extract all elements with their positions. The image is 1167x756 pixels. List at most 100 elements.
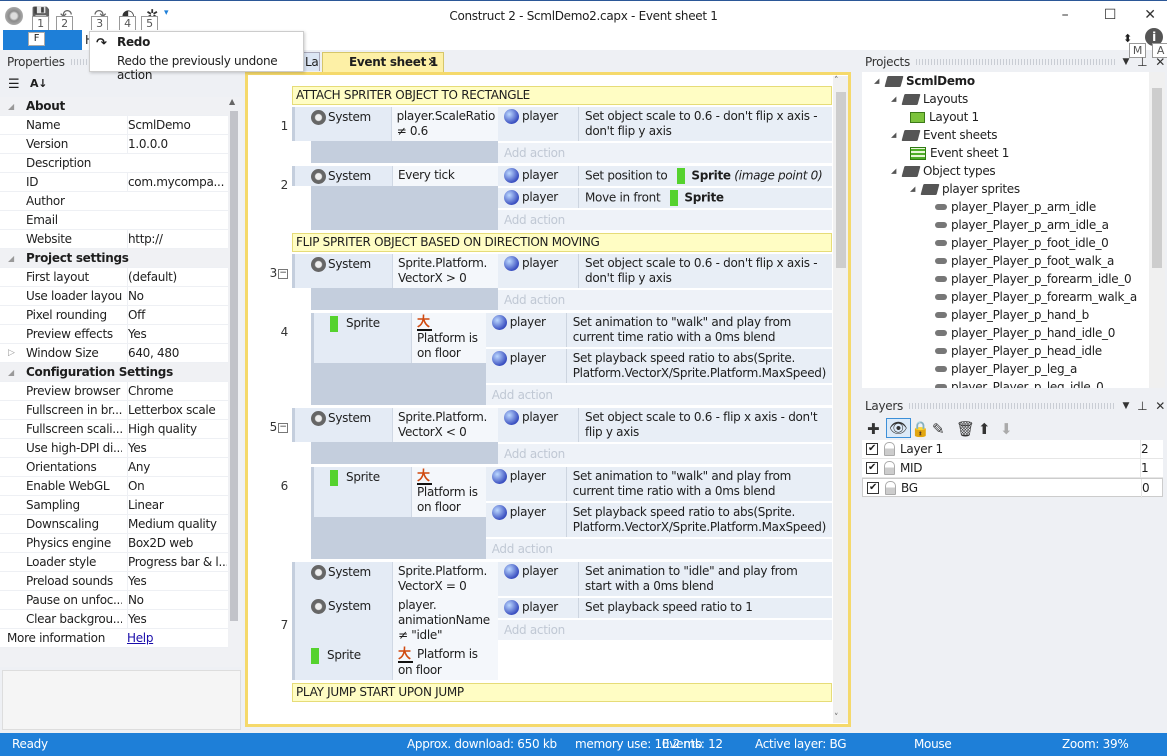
pin-icon[interactable]: ⊥ — [1137, 55, 1147, 69]
tree-item[interactable]: player_Player_p_arm_idle — [935, 198, 1096, 216]
condition[interactable]: System player. animationName ≠ "idle" — [292, 596, 498, 645]
add-action-button[interactable]: Add action — [485, 385, 832, 405]
property-value[interactable]: (default) — [127, 268, 227, 287]
action[interactable]: player Set playback speed ratio to abs(Sp… — [485, 349, 832, 383]
comment[interactable]: PLAY JUMP START UPON JUMP — [292, 683, 832, 702]
property-value[interactable]: ScmlDemo — [127, 116, 227, 135]
layer-row[interactable]: ✔ Layer 1 2 — [862, 440, 1163, 459]
properties-scrollbar[interactable]: ▲▼ — [228, 97, 240, 711]
close-button[interactable]: ✕ — [1135, 7, 1165, 23]
help-link[interactable]: Help — [127, 629, 153, 648]
tree-item[interactable]: player_Player_p_forearm_walk_a — [935, 288, 1137, 306]
collapse-icon[interactable]: − — [278, 268, 288, 279]
property-row[interactable]: Preload sounds Yes — [0, 572, 228, 591]
property-row[interactable]: Author — [0, 192, 228, 211]
event-sheet-scrollbar[interactable]: ˄ ˅ — [833, 76, 848, 723]
property-row[interactable]: Pixel rounding Off — [0, 306, 228, 325]
tree-item[interactable]: player_Player_p_forearm_idle_0 — [935, 270, 1132, 288]
pin-icon[interactable]: ⊥ — [1137, 399, 1147, 413]
visibility-checkbox[interactable]: ✔ — [866, 443, 878, 455]
property-row[interactable]: Use loader layout No — [0, 287, 228, 306]
property-value[interactable]: High quality — [127, 420, 227, 439]
scroll-thumb[interactable] — [836, 92, 846, 268]
tree-item[interactable]: ◢ Layouts — [891, 90, 968, 108]
property-value[interactable]: Medium quality — [127, 515, 227, 534]
collapse-arrow-icon[interactable]: ◢ — [8, 249, 14, 268]
pencil-icon[interactable]: ✎ — [932, 420, 945, 438]
add-action-button[interactable]: Add action — [498, 210, 832, 230]
property-row[interactable]: Loader style Progress bar & l... — [0, 553, 228, 572]
action[interactable]: player Set playback speed ratio to abs(Sp… — [485, 503, 832, 537]
unlocked-icon[interactable] — [885, 481, 896, 495]
property-row[interactable]: Name ScmlDemo — [0, 116, 228, 135]
panel-grip[interactable] — [908, 403, 1117, 409]
condition[interactable]: Sprite 大Platform is on floor — [311, 313, 486, 363]
event-block[interactable]: 6 Sprite 大Platform is on floor player Set an… — [281, 467, 832, 559]
panel-menu-icon[interactable]: ▼ — [1122, 57, 1129, 67]
property-value[interactable]: Off — [127, 306, 227, 325]
property-row[interactable]: Pause on unfoc... No — [0, 591, 228, 610]
condition[interactable]: Sprite 大Platform is on floor — [311, 467, 486, 517]
tree-item[interactable]: player_Player_p_leg_a — [935, 360, 1077, 378]
condition[interactable]: System Sprite.Platform. VectorX > 0 — [292, 254, 498, 288]
lock-icon[interactable]: 🔒 — [911, 420, 930, 438]
panel-grip[interactable] — [70, 59, 91, 65]
tree-item[interactable]: player_Player_p_leg_idle_0 — [935, 378, 1104, 388]
panel-menu-icon[interactable]: ▼ — [1122, 401, 1129, 411]
property-value[interactable]: Progress bar & l... — [127, 553, 227, 572]
eye-icon[interactable]: 👁 — [886, 418, 911, 438]
property-value[interactable]: No — [127, 591, 227, 610]
layer-row[interactable]: ✔ BG 0 — [862, 478, 1163, 498]
action[interactable]: player Set playback speed ratio to 1 — [498, 598, 832, 618]
tree-item[interactable]: player_Player_p_foot_idle_0 — [935, 234, 1109, 252]
tree-item[interactable]: player_Player_p_arm_idle_a — [935, 216, 1109, 234]
condition[interactable]: System player.ScaleRatio ≠ 0.6 — [292, 107, 498, 141]
categorized-icon[interactable]: ☰ — [8, 77, 20, 92]
tree-item[interactable]: ◢ Event sheets — [891, 126, 997, 144]
close-panel-icon[interactable]: ✕ — [1155, 399, 1165, 413]
property-value[interactable]: On — [127, 477, 227, 496]
close-tab-icon[interactable]: ✕ — [427, 55, 437, 69]
event-block[interactable]: 2 System Every tick player Set position to Sp… — [281, 166, 832, 230]
tab-event-sheet-1[interactable]: Event sheet 1 ✕ — [322, 52, 444, 72]
property-value[interactable]: Chrome — [127, 382, 227, 401]
add-action-button[interactable]: Add action — [498, 620, 832, 640]
property-value[interactable]: Yes — [127, 325, 227, 344]
property-row[interactable]: Email — [0, 211, 228, 230]
property-value[interactable]: No — [127, 287, 227, 306]
expand-arrow-icon[interactable]: ◢ — [891, 90, 899, 108]
sort-alpha-icon[interactable]: A↓ — [30, 77, 47, 90]
maximize-button[interactable]: ☐ — [1095, 7, 1125, 23]
tree-item[interactable]: player_Player_p_foot_walk_a — [935, 252, 1114, 270]
minimize-button[interactable]: – — [1050, 7, 1080, 23]
property-value[interactable]: Letterbox scale — [127, 401, 227, 420]
collapse-arrow-icon[interactable]: ◢ — [8, 363, 14, 382]
property-value[interactable]: Linear — [127, 496, 227, 515]
expand-arrow-icon[interactable]: ◢ — [874, 72, 882, 90]
comment[interactable]: ATTACH SPRITER OBJECT TO RECTANGLE — [292, 86, 832, 105]
event-block[interactable]: 5− System Sprite.Platform. VectorX < 0 play… — [270, 408, 832, 464]
property-value[interactable]: Yes — [127, 572, 227, 591]
property-row[interactable]: Preview effects Yes — [0, 325, 228, 344]
event-block[interactable]: 7 System Sprite.Platform. VectorX = 0 Syste… — [281, 562, 832, 680]
condition[interactable]: System Every tick — [292, 166, 498, 186]
action[interactable]: player Set object scale to 0.6 - flip x a… — [498, 408, 832, 442]
tree-item[interactable]: ◢ Object types — [891, 162, 996, 180]
layer-row[interactable]: ✔ MID 1 — [862, 459, 1163, 478]
comment[interactable]: FLIP SPRITER OBJECT BASED ON DIRECTION M… — [292, 233, 832, 252]
action[interactable]: player Set animation to "walk" and play f… — [485, 467, 832, 501]
move-down-icon[interactable]: ⬇ — [1000, 420, 1013, 438]
action[interactable]: player Set animation to "idle" and play f… — [498, 562, 832, 596]
tree-item[interactable]: Event sheet 1 — [910, 144, 1009, 162]
action[interactable]: player Set object scale to 0.6 - don't fl… — [498, 107, 832, 141]
add-action-button[interactable]: Add action — [498, 290, 832, 310]
collapse-arrow-icon[interactable]: ◢ — [8, 97, 14, 116]
property-row[interactable]: Use high-DPI di... Yes — [0, 439, 228, 458]
event-block[interactable]: 3− System Sprite.Platform. VectorX > 0 play… — [270, 254, 832, 310]
scroll-down-icon[interactable]: ˅ — [834, 713, 839, 723]
property-category[interactable]: ◢ About — [0, 97, 228, 116]
property-category[interactable]: ◢ Project settings — [0, 249, 228, 268]
panel-grip[interactable] — [915, 59, 1117, 65]
close-panel-icon[interactable]: ✕ — [1155, 55, 1165, 69]
tree-item[interactable]: player_Player_p_head_idle — [935, 342, 1102, 360]
